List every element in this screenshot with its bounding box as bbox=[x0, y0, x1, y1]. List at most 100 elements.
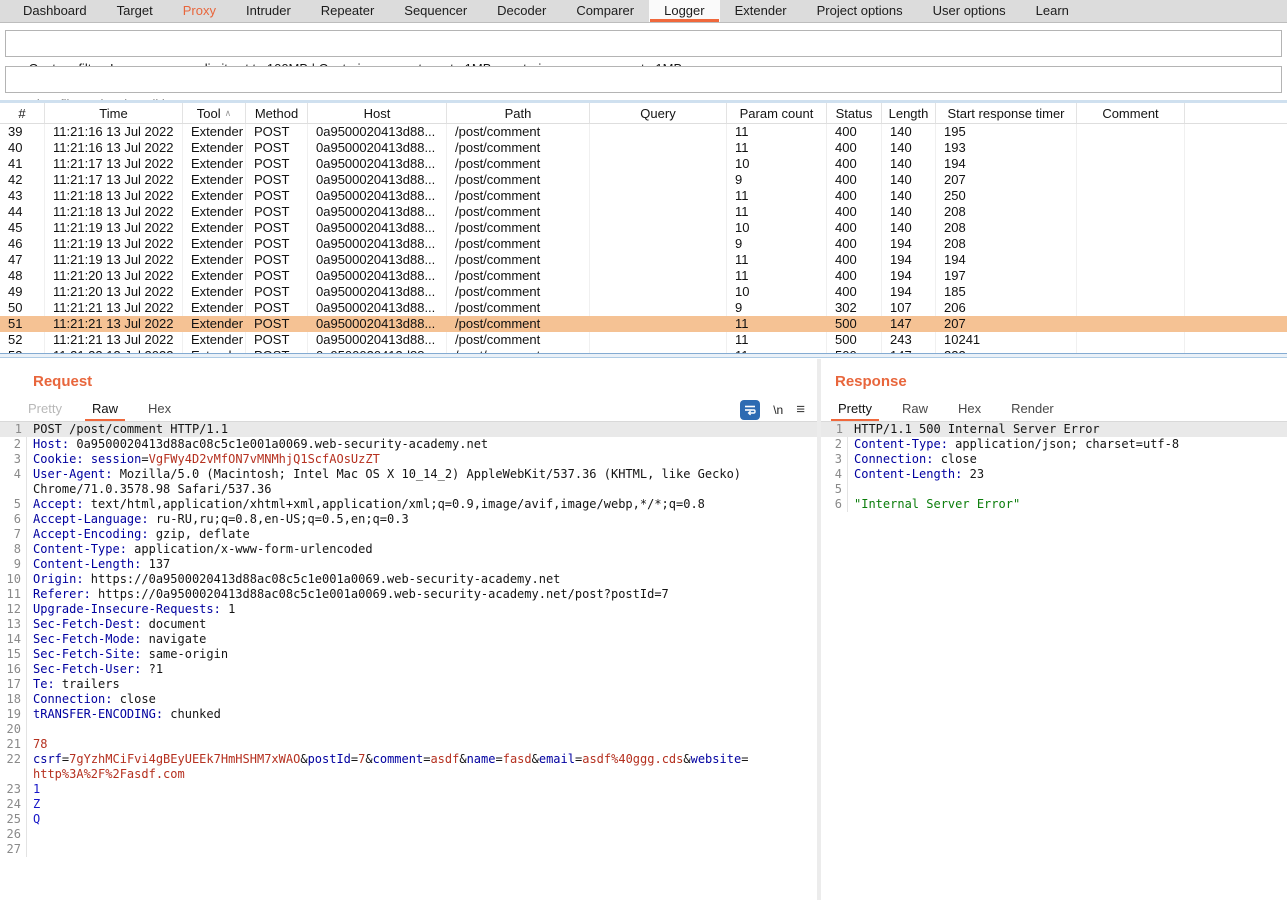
table-row-44[interactable]: 4411:21:18 13 Jul 2022ExtenderPOST0a9500… bbox=[0, 204, 1287, 220]
menu-tab-intruder[interactable]: Intruder bbox=[231, 0, 306, 22]
column-header-param-count[interactable]: Param count bbox=[727, 103, 827, 123]
line-number bbox=[0, 767, 27, 782]
table-row-51[interactable]: 5111:21:21 13 Jul 2022ExtenderPOST0a9500… bbox=[0, 316, 1287, 332]
table-cell bbox=[1077, 332, 1185, 348]
editor-menu-icon[interactable]: ≡ bbox=[796, 401, 805, 418]
table-cell bbox=[1077, 156, 1185, 172]
line-content: Content-Type: application/json; charset=… bbox=[848, 437, 1287, 452]
table-row-47[interactable]: 4711:21:19 13 Jul 2022ExtenderPOST0a9500… bbox=[0, 252, 1287, 268]
table-cell bbox=[590, 300, 727, 316]
menu-tab-user-options[interactable]: User options bbox=[918, 0, 1021, 22]
editor-line: 6"Internal Server Error" bbox=[821, 497, 1287, 512]
table-row-42[interactable]: 4211:21:17 13 Jul 2022ExtenderPOST0a9500… bbox=[0, 172, 1287, 188]
wrap-lines-icon[interactable] bbox=[740, 400, 760, 420]
line-number: 3 bbox=[0, 452, 27, 467]
menu-tab-extender[interactable]: Extender bbox=[720, 0, 802, 22]
request-tab-raw[interactable]: Raw bbox=[85, 397, 125, 421]
table-row-41[interactable]: 4111:21:17 13 Jul 2022ExtenderPOST0a9500… bbox=[0, 156, 1287, 172]
editor-line: 3Connection: close bbox=[821, 452, 1287, 467]
table-cell bbox=[590, 204, 727, 220]
line-content: Sec-Fetch-Mode: navigate bbox=[27, 632, 817, 647]
table-cell: 11:21:17 13 Jul 2022 bbox=[45, 156, 183, 172]
table-cell: Extender bbox=[183, 124, 246, 140]
menu-tab-sequencer[interactable]: Sequencer bbox=[389, 0, 482, 22]
menu-tab-comparer[interactable]: Comparer bbox=[561, 0, 649, 22]
table-cell: 194 bbox=[936, 252, 1077, 268]
line-content: Cookie: session=VgFWy4D2vMfON7vMNMhjQ1Sc… bbox=[27, 452, 817, 467]
table-cell: 197 bbox=[936, 268, 1077, 284]
table-cell: POST bbox=[246, 156, 308, 172]
table-cell: 140 bbox=[882, 220, 936, 236]
request-tab-pretty[interactable]: Pretty bbox=[21, 397, 69, 421]
line-content: Sec-Fetch-Dest: document bbox=[27, 617, 817, 632]
line-number: 6 bbox=[821, 497, 848, 512]
request-tab-hex[interactable]: Hex bbox=[141, 397, 178, 421]
response-tab-pretty[interactable]: Pretty bbox=[831, 397, 879, 421]
view-filter-bar[interactable]: View filter: Showing all items bbox=[5, 66, 1282, 93]
table-cell: 41 bbox=[0, 156, 45, 172]
table-cell: Extender bbox=[183, 236, 246, 252]
menu-tab-dashboard[interactable]: Dashboard bbox=[8, 0, 102, 22]
table-cell: 140 bbox=[882, 140, 936, 156]
capture-filter-bar[interactable]: Capture filter: Logger memory limit set … bbox=[5, 30, 1282, 57]
column-header--[interactable]: # bbox=[0, 103, 45, 123]
table-cell: 0a9500020413d88... bbox=[308, 220, 447, 236]
column-header-start-response-timer[interactable]: Start response timer bbox=[936, 103, 1077, 123]
menu-tab-project-options[interactable]: Project options bbox=[802, 0, 918, 22]
table-cell: 185 bbox=[936, 284, 1077, 300]
column-header-tool[interactable]: Tool∧ bbox=[183, 103, 246, 123]
table-cell: 11:21:16 13 Jul 2022 bbox=[45, 140, 183, 156]
table-cell: 43 bbox=[0, 188, 45, 204]
line-number: 9 bbox=[0, 557, 27, 572]
table-row-43[interactable]: 4311:21:18 13 Jul 2022ExtenderPOST0a9500… bbox=[0, 188, 1287, 204]
response-tab-hex[interactable]: Hex bbox=[951, 397, 988, 421]
line-content: Chrome/71.0.3578.98 Safari/537.36 bbox=[27, 482, 817, 497]
editor-line: 1POST /post/comment HTTP/1.1 bbox=[0, 422, 817, 437]
column-header-status[interactable]: Status bbox=[827, 103, 882, 123]
column-header-time[interactable]: Time bbox=[45, 103, 183, 123]
menu-tab-decoder[interactable]: Decoder bbox=[482, 0, 561, 22]
menu-tab-proxy[interactable]: Proxy bbox=[168, 0, 231, 22]
table-cell: 10 bbox=[727, 284, 827, 300]
column-header-length[interactable]: Length bbox=[882, 103, 936, 123]
line-number: 7 bbox=[0, 527, 27, 542]
nonprintable-chars-icon[interactable]: \n bbox=[773, 403, 783, 417]
column-header-host[interactable]: Host bbox=[308, 103, 447, 123]
menu-tab-repeater[interactable]: Repeater bbox=[306, 0, 389, 22]
table-row-45[interactable]: 4511:21:19 13 Jul 2022ExtenderPOST0a9500… bbox=[0, 220, 1287, 236]
response-tab-render[interactable]: Render bbox=[1004, 397, 1061, 421]
table-row-39[interactable]: 3911:21:16 13 Jul 2022ExtenderPOST0a9500… bbox=[0, 124, 1287, 140]
column-header-query[interactable]: Query bbox=[590, 103, 727, 123]
menu-tab-target[interactable]: Target bbox=[102, 0, 168, 22]
table-cell: /post/comment bbox=[447, 268, 590, 284]
response-editor[interactable]: 1HTTP/1.1 500 Internal Server Error2Cont… bbox=[821, 422, 1287, 900]
response-tab-raw[interactable]: Raw bbox=[895, 397, 935, 421]
menu-tab-logger[interactable]: Logger bbox=[649, 0, 719, 22]
menu-tab-learn[interactable]: Learn bbox=[1021, 0, 1084, 22]
request-editor[interactable]: 1POST /post/comment HTTP/1.12Host: 0a950… bbox=[0, 422, 817, 900]
table-cell: Extender bbox=[183, 252, 246, 268]
editor-line: 15Sec-Fetch-Site: same-origin bbox=[0, 647, 817, 662]
table-row-52[interactable]: 5211:21:21 13 Jul 2022ExtenderPOST0a9500… bbox=[0, 332, 1287, 348]
table-cell: 11:21:20 13 Jul 2022 bbox=[45, 268, 183, 284]
table-cell: 400 bbox=[827, 268, 882, 284]
table-row-48[interactable]: 4811:21:20 13 Jul 2022ExtenderPOST0a9500… bbox=[0, 268, 1287, 284]
editor-line: http%3A%2F%2Fasdf.com bbox=[0, 767, 817, 782]
horizontal-split-divider[interactable] bbox=[0, 353, 1287, 358]
table-row-46[interactable]: 4611:21:19 13 Jul 2022ExtenderPOST0a9500… bbox=[0, 236, 1287, 252]
response-panel: Response PrettyRawHexRender 1HTTP/1.1 50… bbox=[821, 359, 1287, 900]
table-row-40[interactable]: 4011:21:16 13 Jul 2022ExtenderPOST0a9500… bbox=[0, 140, 1287, 156]
table-cell: 140 bbox=[882, 172, 936, 188]
table-cell: 0a9500020413d88... bbox=[308, 124, 447, 140]
table-row-50[interactable]: 5011:21:21 13 Jul 2022ExtenderPOST0a9500… bbox=[0, 300, 1287, 316]
line-number: 10 bbox=[0, 572, 27, 587]
table-row-49[interactable]: 4911:21:20 13 Jul 2022ExtenderPOST0a9500… bbox=[0, 284, 1287, 300]
column-header-method[interactable]: Method bbox=[246, 103, 308, 123]
column-header-comment[interactable]: Comment bbox=[1077, 103, 1185, 123]
table-cell: 0a9500020413d88... bbox=[308, 140, 447, 156]
table-cell: 194 bbox=[936, 156, 1077, 172]
table-cell: 0a9500020413d88... bbox=[308, 252, 447, 268]
table-cell: Extender bbox=[183, 204, 246, 220]
table-cell: POST bbox=[246, 236, 308, 252]
column-header-path[interactable]: Path bbox=[447, 103, 590, 123]
